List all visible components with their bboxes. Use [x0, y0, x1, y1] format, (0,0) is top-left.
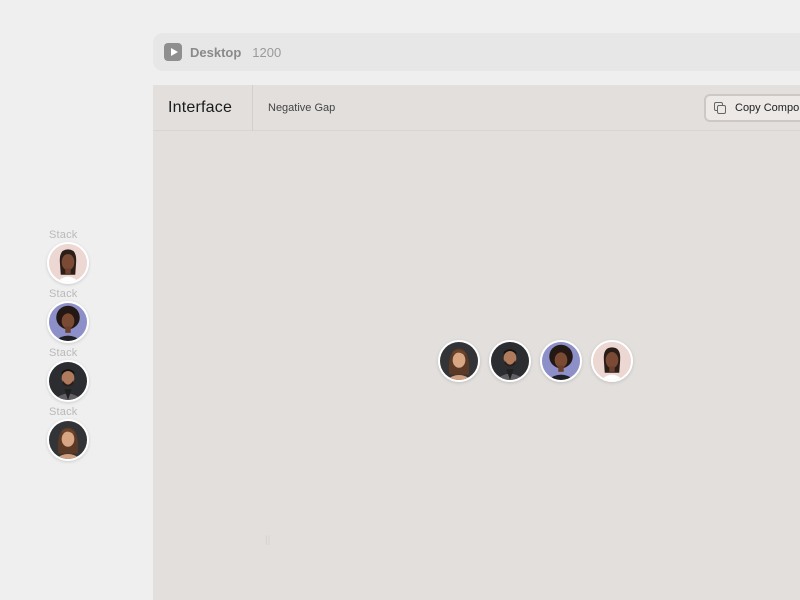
- copy-icon: [714, 102, 726, 114]
- viewport-width[interactable]: 1200: [252, 45, 281, 60]
- stack-group-4: Stack: [47, 406, 91, 461]
- app-root: Stack Stack Stack Stack Desktop 1200 Int…: [0, 0, 800, 600]
- stack-label: Stack: [49, 288, 78, 300]
- avatar-woman-long-hair[interactable]: [591, 340, 633, 382]
- stack-group-3: Stack: [47, 347, 91, 402]
- page-title: Negative Gap: [268, 101, 336, 114]
- avatar-woman-wavy-hair[interactable]: [47, 419, 89, 461]
- preview-canvas: Interface Negative Gap Copy Compor ||: [153, 84, 800, 600]
- stack-label: Stack: [49, 229, 78, 241]
- avatar-man-beard[interactable]: [47, 360, 89, 402]
- avatar-woman-curly-hair[interactable]: [540, 340, 582, 382]
- preview-header: Interface Negative Gap Copy Compor: [153, 84, 800, 131]
- avatar-woman-wavy-hair[interactable]: [438, 340, 480, 382]
- stack-label: Stack: [49, 347, 78, 359]
- copy-component-button[interactable]: Copy Compor: [704, 94, 800, 122]
- avatar-woman-long-hair[interactable]: [47, 242, 89, 284]
- play-icon[interactable]: [164, 43, 182, 61]
- device-toolbar: Desktop 1200: [153, 33, 800, 71]
- stack-label: Stack: [49, 406, 78, 418]
- brand-logo[interactable]: Interface: [153, 84, 253, 131]
- device-label[interactable]: Desktop: [190, 45, 241, 60]
- avatar-man-beard[interactable]: [489, 340, 531, 382]
- copy-button-label: Copy Compor: [735, 102, 800, 114]
- avatar-row: [438, 340, 648, 384]
- stack-group-1: Stack: [47, 229, 91, 284]
- faint-cursor-mark: ||: [265, 535, 271, 546]
- avatar-woman-curly-hair[interactable]: [47, 301, 89, 343]
- stack-group-2: Stack: [47, 288, 91, 343]
